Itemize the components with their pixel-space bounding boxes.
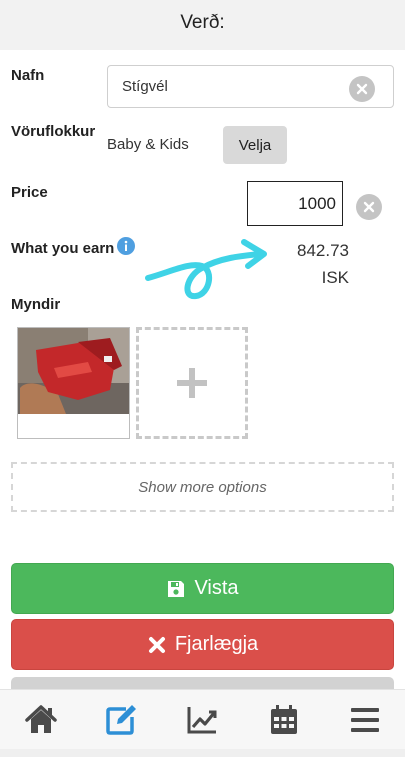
bottom-strip [0, 749, 405, 757]
bottom-nav [0, 689, 405, 749]
earn-amount: 842.73 [297, 241, 349, 260]
save-label: Vista [194, 577, 239, 599]
photo-thumbnail[interactable] [17, 327, 130, 439]
floppy-disk-icon [168, 580, 185, 597]
clear-name-button[interactable] [349, 76, 375, 102]
add-photo-button[interactable] [136, 327, 248, 439]
choose-category-button[interactable]: Velja [223, 126, 287, 164]
close-icon [363, 201, 375, 213]
clear-price-button[interactable] [356, 194, 382, 220]
nav-edit[interactable] [101, 702, 141, 738]
info-icon[interactable] [117, 237, 135, 255]
earn-label: What you earn [11, 240, 115, 257]
page-title: Verð: [180, 12, 225, 33]
chart-icon [187, 707, 217, 734]
plus-icon [177, 368, 207, 398]
x-icon [148, 636, 165, 653]
name-label: Nafn [11, 67, 45, 84]
delete-label: Fjarlægja [174, 633, 259, 655]
menu-icon [351, 708, 379, 732]
photos-label: Myndir [11, 296, 61, 313]
category-value: Baby & Kids [107, 136, 189, 153]
home-icon [25, 705, 57, 733]
edit-icon [106, 705, 136, 735]
nav-stats[interactable] [182, 702, 222, 738]
delete-button[interactable]: Fjarlægja [11, 619, 394, 670]
nav-home[interactable] [21, 702, 61, 738]
earn-currency: ISK [321, 268, 349, 287]
header: Verð: [0, 0, 405, 50]
nav-menu[interactable] [345, 702, 385, 738]
category-label: Vöruflokkur [11, 123, 96, 140]
price-label: Price [11, 184, 48, 201]
show-more-options-button[interactable]: Show more options [11, 462, 394, 512]
price-input[interactable] [247, 181, 343, 226]
save-button[interactable]: Vista [11, 563, 394, 614]
calendar-icon [271, 705, 297, 734]
close-icon [356, 83, 368, 95]
arrow-annotation-icon [145, 239, 267, 299]
nav-calendar[interactable] [264, 702, 304, 738]
boot-photo [18, 328, 129, 414]
